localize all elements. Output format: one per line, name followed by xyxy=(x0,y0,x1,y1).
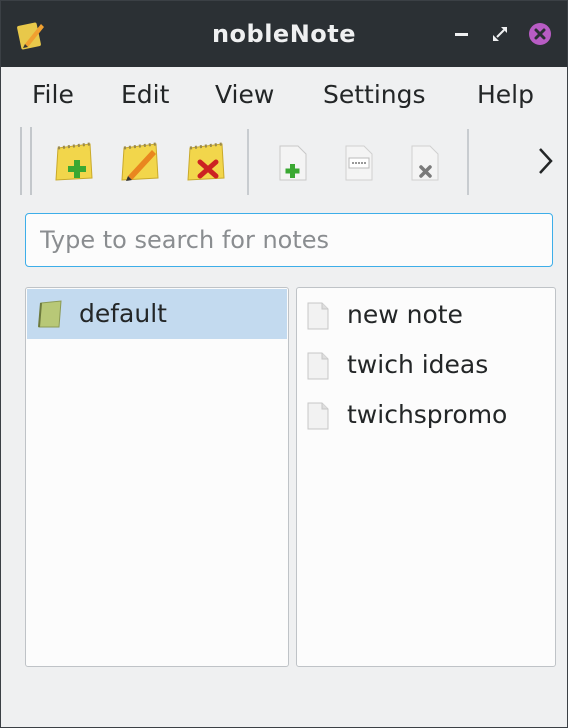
rename-folder-icon xyxy=(121,142,159,181)
new-folder-icon xyxy=(55,142,93,181)
note-list[interactable]: new note twich ideas twichspromo xyxy=(296,287,556,667)
search-input[interactable] xyxy=(25,213,553,267)
folder-item-default[interactable]: default xyxy=(27,289,287,339)
note-label: twichspromo xyxy=(347,400,508,429)
delete-note-icon xyxy=(411,145,439,181)
minimize-icon[interactable] xyxy=(450,22,474,46)
note-item[interactable]: new note xyxy=(297,290,555,340)
folder-label: default xyxy=(79,299,167,328)
toolbar-separator xyxy=(247,129,249,195)
toolbar xyxy=(1,121,567,203)
main-window: nobleNote File Edit View Settings Help T… xyxy=(0,0,568,728)
chevron-right-icon[interactable] xyxy=(531,141,559,181)
document-icon xyxy=(307,302,329,330)
folder-list[interactable]: default xyxy=(25,287,289,667)
note-item[interactable]: twich ideas xyxy=(297,340,555,390)
rename-note-icon xyxy=(345,145,373,181)
notebook-icon xyxy=(38,300,62,328)
delete-folder-button[interactable] xyxy=(177,133,235,191)
document-icon xyxy=(307,402,329,430)
toolbar-grip[interactable] xyxy=(20,127,32,195)
menu-view[interactable]: View xyxy=(215,67,274,121)
new-note-button[interactable] xyxy=(263,133,321,191)
delete-folder-icon xyxy=(187,142,225,181)
menu-help[interactable]: Help xyxy=(477,67,534,121)
new-note-icon xyxy=(279,145,307,181)
note-label: new note xyxy=(347,300,463,329)
delete-note-button[interactable] xyxy=(395,133,453,191)
window-title: nobleNote xyxy=(211,20,357,48)
close-icon[interactable] xyxy=(528,22,552,46)
menu-bar: File Edit View Settings Help xyxy=(1,67,567,121)
note-label: twich ideas xyxy=(347,350,489,379)
rename-folder-button[interactable] xyxy=(111,133,169,191)
document-icon xyxy=(307,352,329,380)
menu-file[interactable]: File xyxy=(32,67,74,121)
toolbar-separator xyxy=(467,129,469,195)
note-item[interactable]: twichspromo xyxy=(297,390,555,440)
title-bar[interactable]: nobleNote xyxy=(1,1,567,67)
new-folder-button[interactable] xyxy=(45,133,103,191)
menu-edit[interactable]: Edit xyxy=(121,67,169,121)
rename-note-button[interactable] xyxy=(329,133,387,191)
menu-settings[interactable]: Settings xyxy=(323,67,426,121)
maximize-icon[interactable] xyxy=(488,22,512,46)
